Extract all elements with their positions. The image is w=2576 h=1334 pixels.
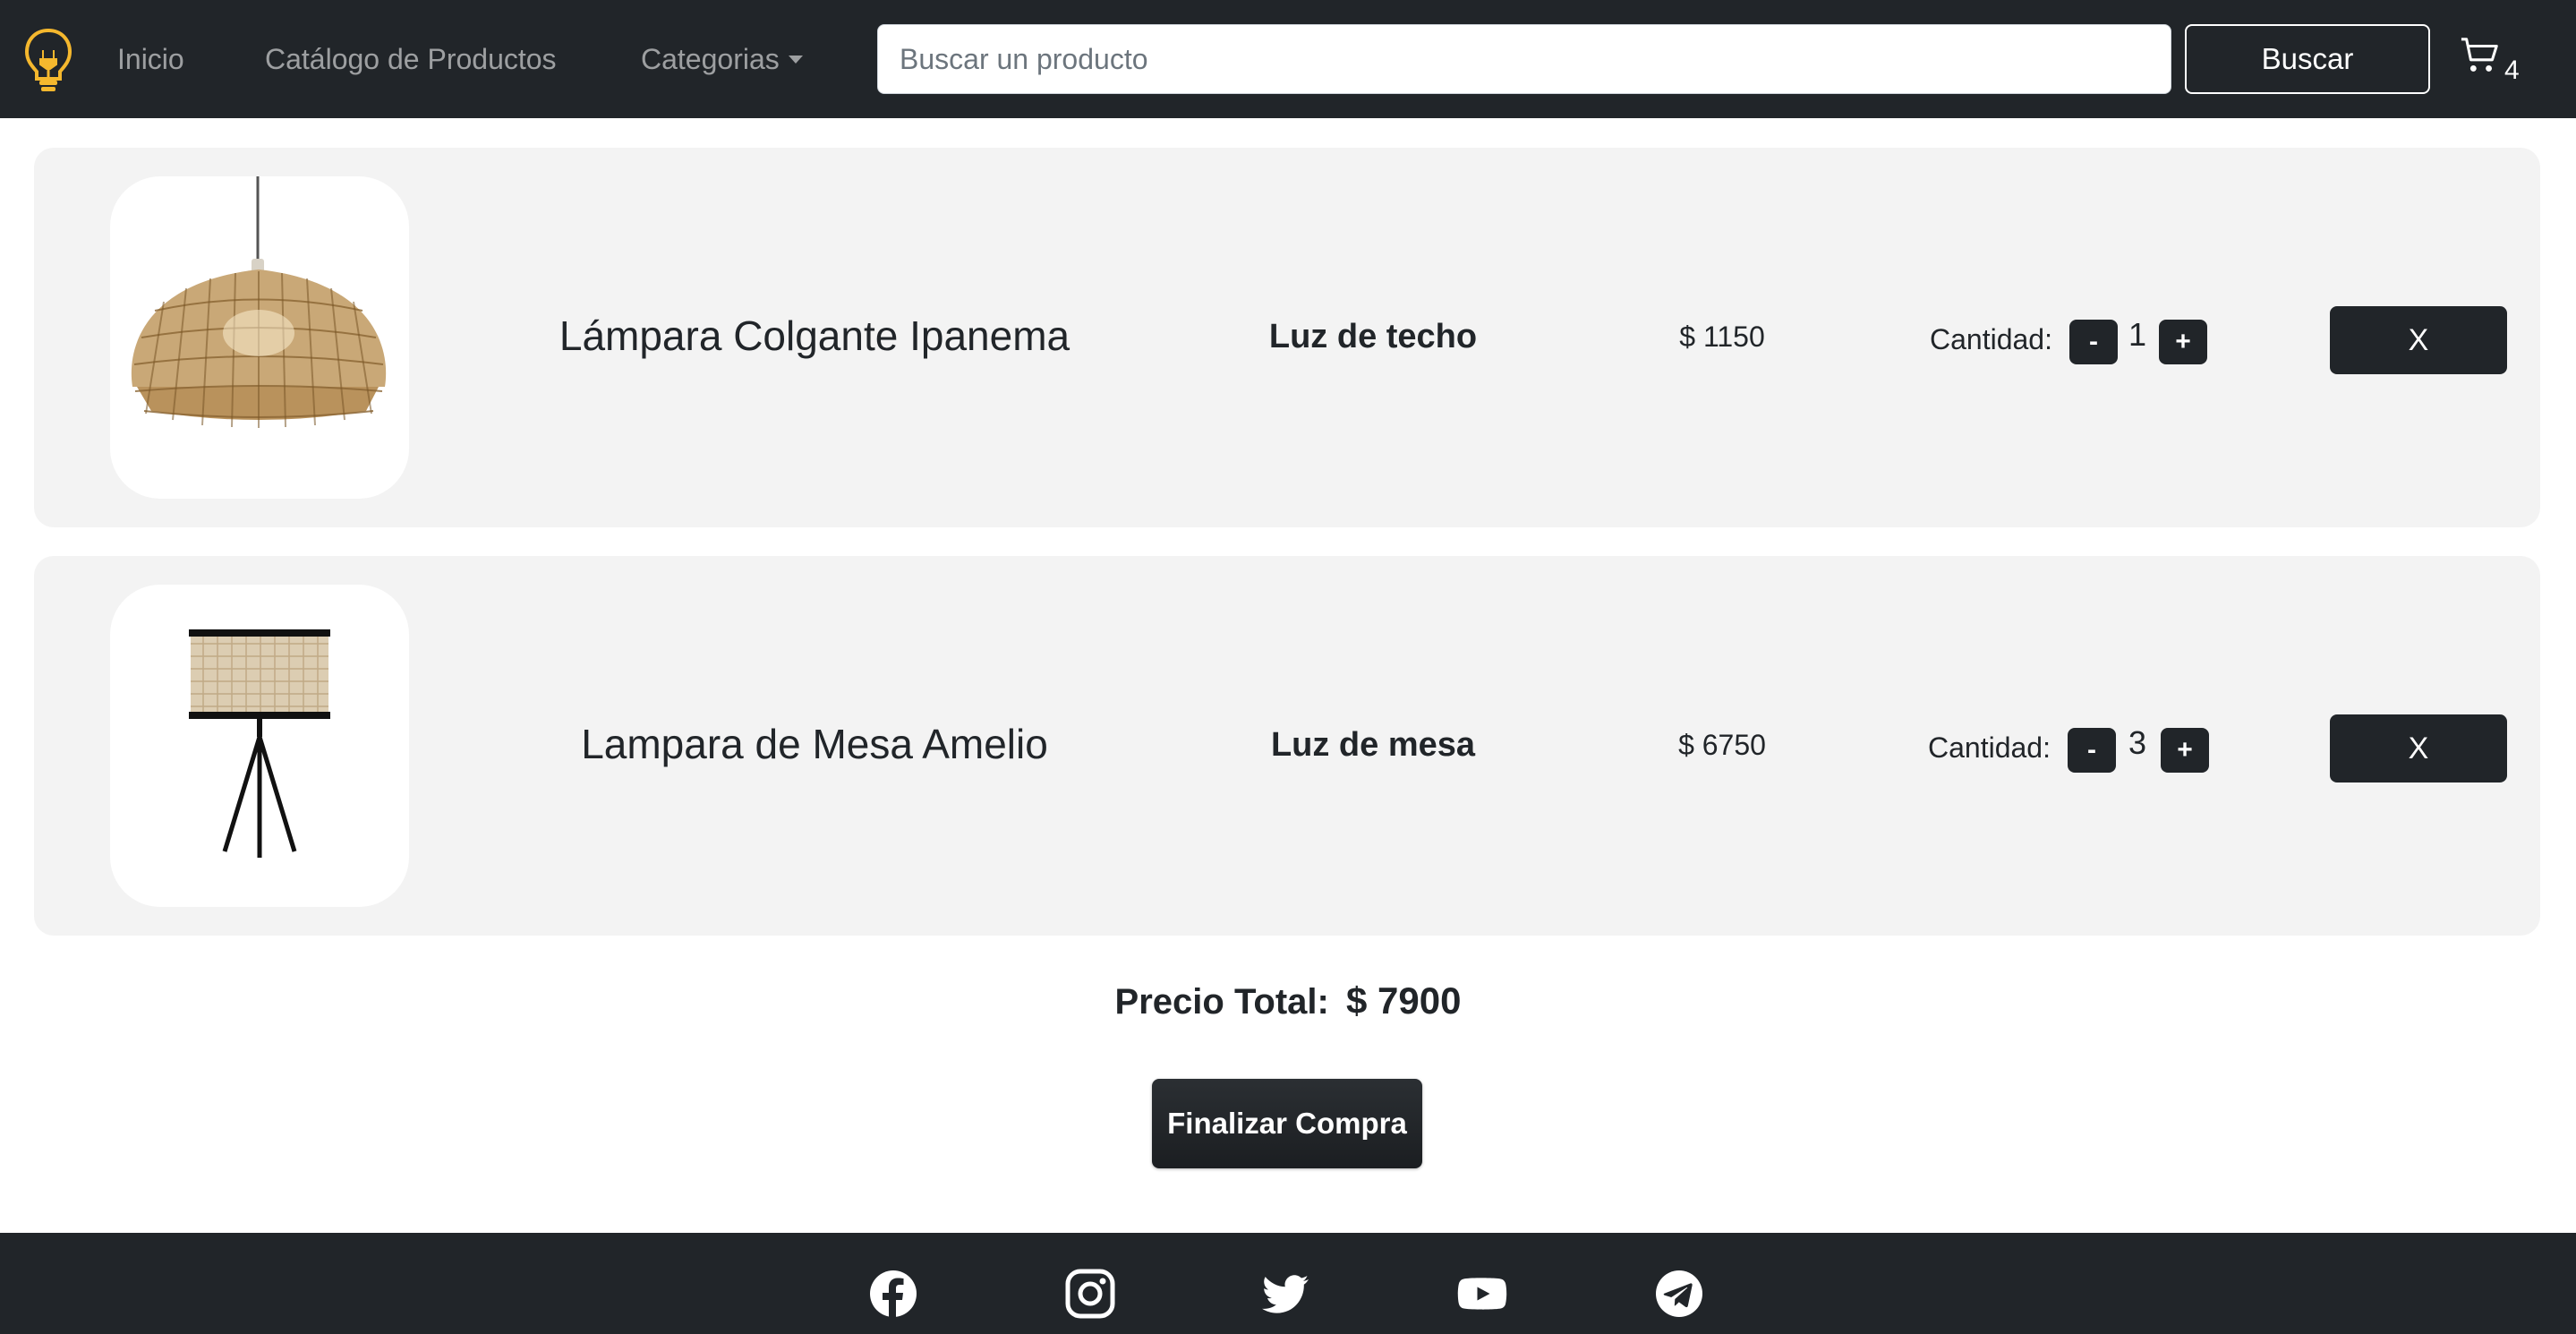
facebook-icon[interactable] <box>868 1269 918 1319</box>
cart-item: Lámpara Colgante Ipanema Luz de techo $ … <box>34 148 2540 527</box>
increment-quantity-button[interactable]: + <box>2161 728 2209 773</box>
decrement-quantity-button[interactable]: - <box>2069 320 2118 364</box>
footer <box>0 1233 2576 1334</box>
youtube-icon[interactable] <box>1457 1269 1507 1319</box>
instagram-icon[interactable] <box>1065 1269 1115 1319</box>
product-image <box>110 585 409 907</box>
product-category: Luz de techo <box>1268 318 1478 355</box>
remove-item-button[interactable]: X <box>2330 306 2507 374</box>
lightbulb-icon[interactable] <box>23 27 73 95</box>
caret-down-icon <box>788 56 803 64</box>
checkout-button[interactable]: Finalizar Compra <box>1152 1079 1422 1168</box>
quantity-label: Cantidad: <box>1930 323 2052 355</box>
product-category: Luz de mesa <box>1270 726 1476 764</box>
product-name[interactable]: Lámpara Colgante Ipanema <box>456 309 1173 363</box>
table-lamp-image <box>189 629 330 858</box>
total-label: Precio Total: <box>1114 982 1329 1022</box>
telegram-icon[interactable] <box>1654 1269 1704 1319</box>
total-price: Precio Total: $ 7900 <box>0 976 2576 1027</box>
cart-button[interactable]: 4 <box>2460 36 2524 86</box>
pendant-lamp-image <box>131 176 387 428</box>
decrement-quantity-button[interactable]: - <box>2068 728 2116 773</box>
quantity-label: Cantidad: <box>1928 731 2051 764</box>
cart-icon <box>2461 38 2498 72</box>
product-image <box>110 176 409 499</box>
search-button[interactable]: Buscar <box>2185 24 2430 94</box>
quantity-value: 1 <box>2128 316 2147 353</box>
nav-link-catalog[interactable]: Catálogo de Productos <box>265 39 557 79</box>
nav-link-home[interactable]: Inicio <box>117 39 184 79</box>
product-price: $ 6750 <box>1678 729 1766 761</box>
remove-item-button[interactable]: X <box>2330 714 2507 782</box>
navbar: Inicio Catálogo de Productos Categorias … <box>0 0 2576 118</box>
increment-quantity-button[interactable]: + <box>2159 320 2207 364</box>
product-price: $ 1150 <box>1679 321 1765 353</box>
twitter-icon[interactable] <box>1261 1269 1311 1319</box>
cart-count-badge: 4 <box>2504 56 2520 85</box>
product-name[interactable]: Lampara de Mesa Amelio <box>456 717 1173 771</box>
nav-categories-label: Categorias <box>641 43 780 75</box>
nav-dropdown-categories[interactable]: Categorias <box>641 39 803 79</box>
search-input[interactable] <box>877 24 2171 94</box>
cart-item: Lampara de Mesa Amelio Luz de mesa $ 675… <box>34 556 2540 936</box>
quantity-value: 3 <box>2128 724 2147 761</box>
total-value: $ 7900 <box>1345 979 1462 1022</box>
